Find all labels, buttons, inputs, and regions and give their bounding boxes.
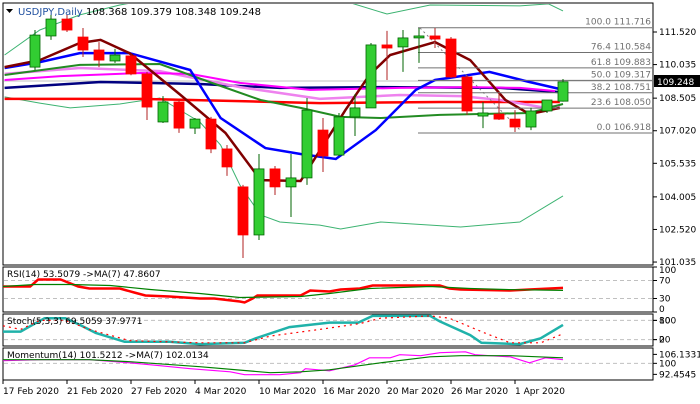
- candle: [125, 54, 137, 76]
- date-label: 16 Mar 2020: [323, 387, 380, 397]
- momentum-axis-label: 100: [659, 359, 676, 369]
- bearish-candle-body: [61, 18, 73, 31]
- fib-level-label: 61.8 109.883: [591, 58, 651, 68]
- bearish-candle-body: [93, 49, 105, 61]
- bearish-candle-body: [317, 129, 329, 157]
- candle: [525, 107, 537, 131]
- bullish-candle-body: [301, 109, 313, 179]
- bullish-candle-body: [29, 34, 41, 68]
- bullish-candle-body: [397, 37, 409, 48]
- bearish-candle-body: [493, 113, 505, 120]
- rsi-title: RSI(14) 53.5079 ->MA(7) 47.8607: [7, 270, 161, 280]
- candle: [365, 42, 377, 109]
- rsi-axis-label: 100: [659, 266, 676, 276]
- bearish-candle-body: [381, 44, 393, 49]
- stoch-axis-label: 100: [659, 316, 676, 326]
- momentum-panel[interactable]: Momentum(14) 101.5212 ->MA(7) 102.0134 10…: [2, 347, 700, 381]
- bullish-candle-body: [333, 116, 345, 156]
- bullish-candle-body: [253, 168, 265, 236]
- price-axis-label: 102.520: [659, 225, 696, 235]
- date-label: 27 Feb 2020: [131, 387, 187, 397]
- fib-level-label: 38.2 108.751: [591, 83, 651, 93]
- bullish-candle-body: [477, 112, 489, 117]
- candle: [205, 116, 217, 154]
- stoch-panel[interactable]: Stoch(5,3,3) 69.5059 37.9771 80100200: [2, 313, 676, 347]
- chart-header: USDJPY,Daily 108.368 109.379 108.348 109…: [6, 7, 261, 18]
- momentum-title: Momentum(14) 101.5212 ->MA(7) 102.0134: [7, 351, 209, 361]
- bullish-candle-body: [189, 118, 201, 129]
- current-price-label: 109.248: [657, 78, 694, 88]
- bearish-candle-body: [269, 168, 281, 188]
- date-label: 10 Mar 2020: [259, 387, 316, 397]
- bearish-candle-body: [445, 38, 457, 78]
- date-label: 17 Feb 2020: [3, 387, 59, 397]
- bullish-candle-body: [365, 44, 377, 109]
- rsi-axis-label: 70: [659, 277, 671, 287]
- price-axis-label: 107.020: [659, 127, 696, 137]
- candle: [541, 99, 553, 113]
- price-axis-label: 108.505: [659, 94, 696, 104]
- fib-level-label: 100.0 111.716: [585, 18, 651, 28]
- momentum-axis-label: 92.4545: [659, 370, 696, 380]
- symbol-label: USDJPY,Daily: [18, 7, 83, 18]
- date-label: 21 Feb 2020: [67, 387, 123, 397]
- candle: [461, 75, 473, 115]
- price-axis-label: 105.535: [659, 159, 696, 169]
- ohlc-readout: 108.368 109.379 108.348 109.248: [86, 7, 261, 18]
- candle: [173, 100, 185, 133]
- candle: [445, 37, 457, 79]
- time-axis[interactable]: 17 Feb 2020 21 Feb 2020 27 Feb 2020 4 Mar 2…: [2, 380, 565, 397]
- date-label: 1 Apr 2020: [515, 387, 565, 397]
- bearish-candle-body: [221, 148, 233, 168]
- stoch-axis-label: 0: [659, 336, 665, 346]
- price-axis-label: 104.005: [659, 193, 696, 203]
- price-axis[interactable]: 111.520 110.035 108.505 107.020 105.535 104.0…: [653, 28, 700, 268]
- candle: [301, 98, 313, 185]
- fib-level-label: 76.4 110.584: [591, 43, 651, 53]
- date-label: 26 Mar 2020: [451, 387, 508, 397]
- bullish-candle-body: [349, 107, 361, 118]
- bullish-candle-body: [45, 18, 57, 37]
- bearish-candle-body: [125, 55, 137, 75]
- rsi-panel[interactable]: RSI(14) 53.5079 ->MA(7) 47.8607 10070 300: [2, 266, 676, 315]
- bullish-candle-body: [157, 101, 169, 123]
- candle: [29, 30, 41, 70]
- bearish-candle-body: [429, 35, 441, 40]
- bullish-candle-body: [285, 177, 297, 188]
- bullish-candle-body: [109, 54, 121, 62]
- bearish-candle-body: [461, 76, 473, 112]
- price-axis-label: 110.035: [659, 61, 696, 71]
- trading-chart[interactable]: 100.0 111.716 76.4 110.584 61.8 109.883 50.…: [0, 0, 700, 400]
- rsi-axis-label: 0: [659, 305, 665, 315]
- bullish-candle-body: [541, 99, 553, 112]
- bearish-candle-body: [237, 186, 249, 236]
- fib-level-label: 23.6 108.050: [591, 98, 651, 108]
- bearish-candle-body: [173, 101, 185, 129]
- bullish-candle-body: [557, 81, 569, 102]
- price-axis-label: 111.520: [659, 28, 696, 38]
- rsi-axis-label: 30: [659, 295, 671, 305]
- stoch-title: Stoch(5,3,3) 69.5059 37.9771: [7, 317, 142, 327]
- candle: [557, 78, 569, 102]
- bearish-candle-body: [509, 118, 521, 128]
- fib-level-label: 50.0 109.317: [591, 70, 651, 80]
- fib-level-label: 0.0 106.918: [597, 123, 652, 133]
- price-panel[interactable]: 100.0 111.716 76.4 110.584 61.8 109.883 50.…: [2, 0, 654, 266]
- date-label: 20 Mar 2020: [387, 387, 444, 397]
- bullish-candle-body: [525, 110, 537, 128]
- bearish-candle-body: [205, 118, 217, 150]
- indicator-panels: RSI(14) 53.5079 ->MA(7) 47.8607 10070300S…: [2, 266, 700, 381]
- date-label: 4 Mar 2020: [195, 387, 247, 397]
- bearish-candle-body: [141, 73, 153, 108]
- bearish-candle-body: [77, 36, 89, 51]
- candle: [333, 112, 345, 156]
- bullish-candle-body: [413, 35, 425, 39]
